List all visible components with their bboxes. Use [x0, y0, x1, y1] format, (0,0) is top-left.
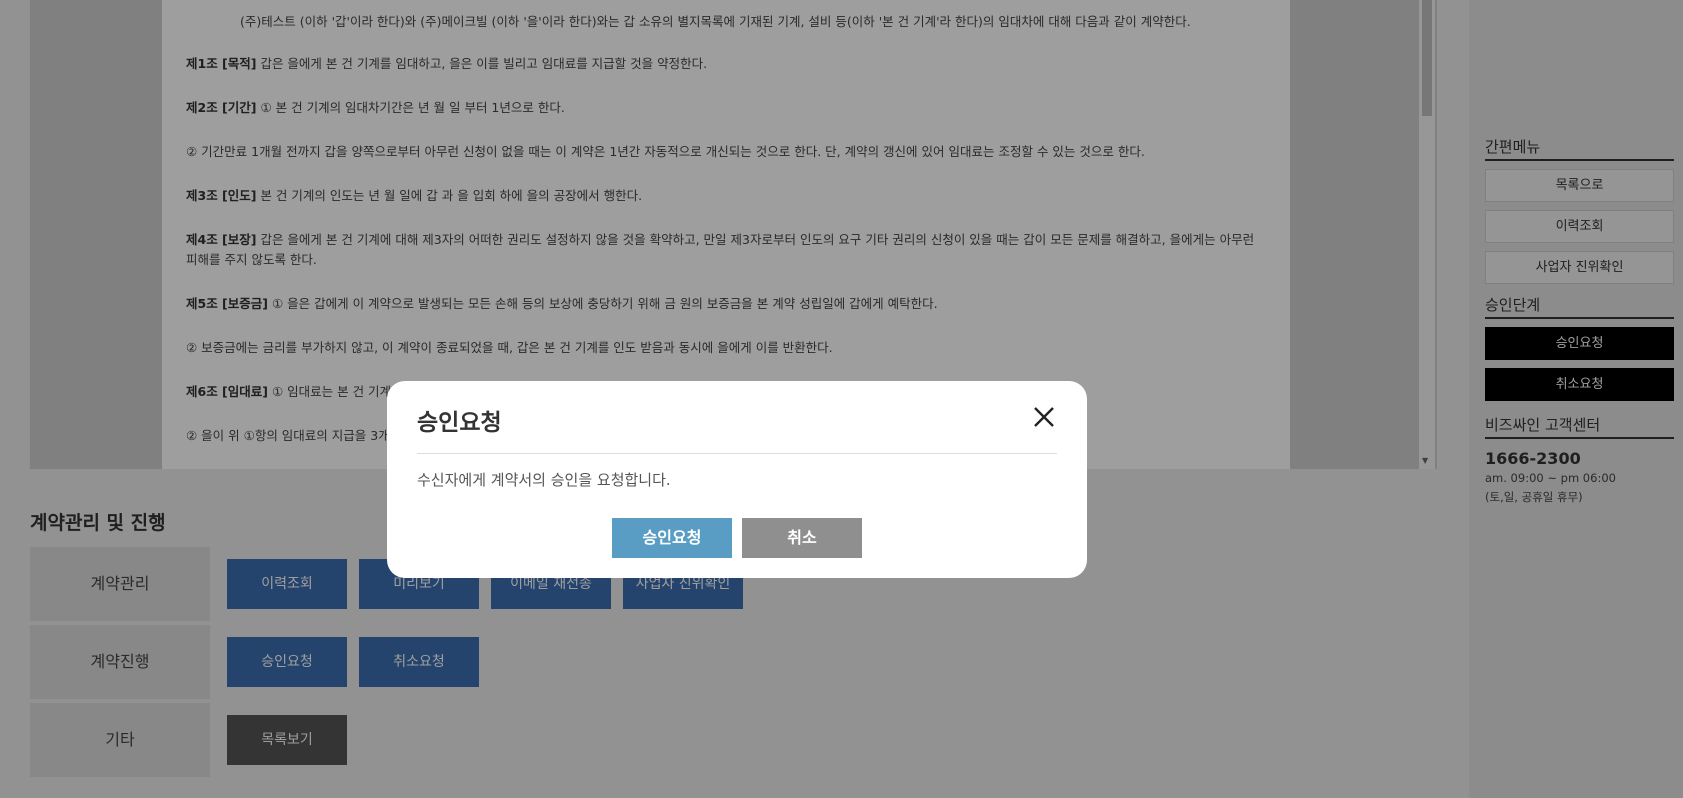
dialog-title: 승인요청 — [417, 410, 502, 436]
dialog-message: 수신자에게 계약서의 승인을 요청합니다. — [417, 471, 671, 489]
close-icon[interactable] — [1030, 403, 1058, 431]
dialog-divider — [417, 453, 1057, 454]
cancel-button[interactable]: 취소 — [742, 518, 862, 558]
confirm-approval-button[interactable]: 승인요청 — [612, 518, 732, 558]
approval-request-dialog: 승인요청 수신자에게 계약서의 승인을 요청합니다. 승인요청 취소 — [387, 381, 1087, 578]
